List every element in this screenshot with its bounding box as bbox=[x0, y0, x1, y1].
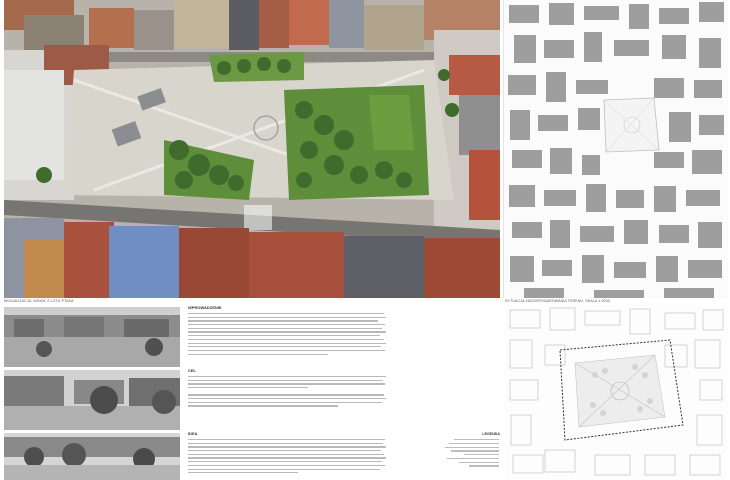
section-title-idea: IDEA bbox=[188, 431, 198, 436]
historic-photo-1 bbox=[4, 307, 180, 367]
site-plan-caption: SYTUACJA ZAGOSPODAROWANIA TERENU, SKALA … bbox=[505, 299, 610, 303]
aerial-visualization bbox=[4, 0, 500, 298]
site-plan-drawing bbox=[504, 0, 728, 298]
site-plan-map bbox=[503, 0, 728, 298]
section-title-goal: CEL bbox=[188, 368, 196, 373]
aerial-render bbox=[4, 0, 500, 298]
detailed-plan bbox=[505, 305, 727, 480]
historic-photo-3 bbox=[4, 433, 180, 480]
historic-photo-2 bbox=[4, 370, 180, 430]
section-idea: IDEA bbox=[188, 431, 388, 480]
section-title-introduction: WPROWADZENIE bbox=[188, 305, 222, 310]
legend: LEGENDA bbox=[440, 432, 500, 480]
legend-title: LEGENDA bbox=[482, 432, 500, 436]
detailed-plan-drawing bbox=[505, 305, 727, 480]
section-goal: CEL bbox=[188, 368, 388, 428]
aerial-caption: WIZUALIZACJA: WIDOK Z LOTU PTAKA bbox=[4, 299, 74, 303]
section-introduction: WPROWADZENIE bbox=[188, 305, 388, 365]
